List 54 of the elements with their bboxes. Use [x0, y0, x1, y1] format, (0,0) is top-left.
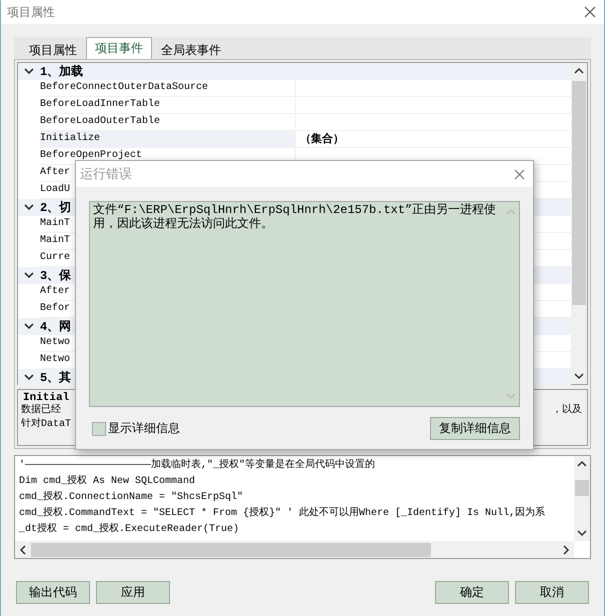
close-icon[interactable]	[584, 6, 596, 18]
tab[interactable]: 全局表事件	[152, 39, 230, 59]
code-line: '—————————————————————加载临时表,"_授权"等变量是在全局代码中设置的	[19, 458, 376, 473]
property-name[interactable]: Initialize	[40, 131, 295, 148]
dialog-button[interactable]: 取消	[515, 581, 589, 604]
code-line: cmd_授权.ConnectionName = "ShcsErpSql"	[19, 490, 244, 505]
dialog-button[interactable]: 确定	[435, 581, 509, 604]
scroll-down-icon[interactable]	[577, 529, 587, 537]
checkbox-label[interactable]: 显示详细信息	[108, 420, 180, 437]
close-icon[interactable]	[514, 168, 525, 180]
copy-details-button[interactable]: 复制详细信息	[430, 417, 520, 440]
error-message: 文件“F:\ERP\ErpSqlHnrh\ErpSqlHnrh\2e157b.txt”正由另一进程使用，因此该进程无法访问此文件。	[92, 202, 498, 233]
chevron-down-icon[interactable]	[24, 374, 34, 381]
scroll-right-icon[interactable]	[562, 544, 570, 554]
group-title: 1、加载	[40, 64, 84, 80]
checkbox[interactable]	[92, 422, 106, 436]
scrollbar[interactable]	[571, 63, 587, 384]
code-line: Dim cmd_授权 As New SQLCommand	[19, 474, 196, 489]
description-text: ，以及	[552, 404, 582, 418]
code-line: cmd_授权.CommandText = "SELECT * From {授权}" ' 此处不可以用Where [_Identify] Is Null,因为系	[19, 506, 546, 521]
group-title: 3、保	[40, 268, 72, 284]
scroll-left-icon[interactable]	[19, 544, 27, 554]
property-name[interactable]: BeforeLoadInnerTable	[40, 97, 295, 114]
description-text: 针对DataT	[21, 418, 72, 432]
code-editor[interactable]	[14, 455, 591, 559]
scroll-down-icon[interactable]	[574, 372, 584, 380]
dialog-button[interactable]: 输出代码	[16, 581, 90, 604]
property-value-cell[interactable]	[295, 80, 571, 97]
property-name[interactable]: BeforeConnectOuterDataSource	[40, 80, 295, 97]
scroll-thumb[interactable]	[31, 542, 431, 556]
group-title: 5、其	[40, 370, 72, 386]
chevron-down-icon[interactable]	[24, 204, 34, 211]
group-title: 4、网	[40, 319, 72, 335]
horizontal-scrollbar[interactable]	[15, 541, 574, 558]
scroll-up-icon[interactable]	[574, 67, 584, 75]
dialog-button[interactable]: 应用	[96, 581, 170, 604]
tab[interactable]: 项目事件	[86, 37, 152, 59]
description-title: Initial	[23, 392, 70, 404]
property-value-cell[interactable]	[295, 97, 571, 114]
chevron-down-icon[interactable]	[24, 323, 34, 330]
scrollbar[interactable]	[574, 456, 590, 541]
window-title: 项目属性	[7, 4, 55, 20]
group-title: 2、切	[40, 200, 72, 216]
chevron-down-icon[interactable]	[24, 68, 34, 75]
scroll-thumb[interactable]	[572, 81, 586, 305]
tab[interactable]: 项目属性	[20, 39, 86, 59]
chevron-down-icon[interactable]	[24, 272, 34, 279]
property-value-cell[interactable]: （集合）	[295, 131, 571, 148]
property-value-cell[interactable]	[295, 114, 571, 131]
code-line: _dt授权 = cmd_授权.ExecuteReader(True)	[19, 522, 240, 537]
scroll-thumb[interactable]	[575, 480, 589, 496]
dialog-title: 运行错误	[80, 166, 132, 183]
scroll-up-icon[interactable]	[577, 460, 587, 468]
description-text: 数据已经	[21, 404, 61, 418]
